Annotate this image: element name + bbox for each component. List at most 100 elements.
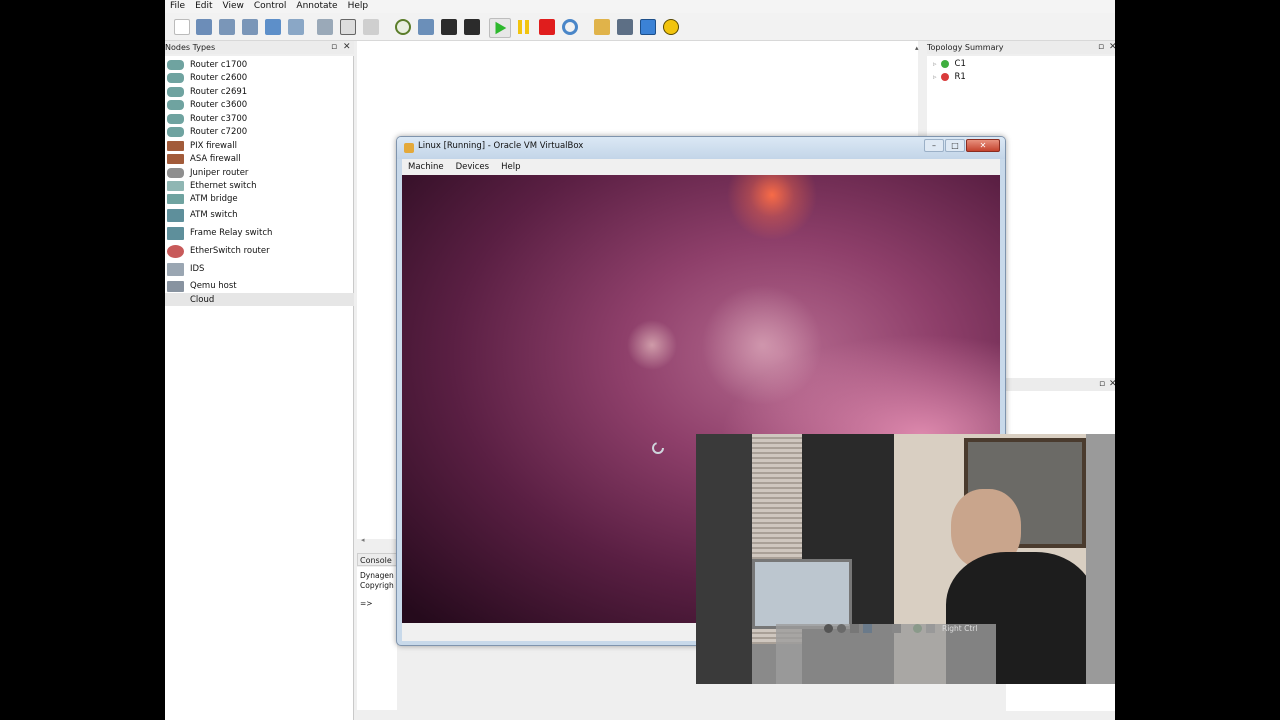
firewall-icon	[167, 153, 184, 164]
scroll-up-icon[interactable]: ▴	[915, 44, 919, 52]
menu-file[interactable]: File	[165, 0, 190, 13]
console-all-icon[interactable]	[464, 19, 480, 35]
float-icon[interactable]: ▫	[331, 41, 337, 54]
virtualbox-icon	[404, 143, 414, 153]
menu-help[interactable]: Help	[343, 0, 374, 13]
router-icon	[167, 59, 184, 70]
close-icon[interactable]: ✕	[966, 139, 1000, 152]
stop-icon[interactable]	[539, 19, 555, 35]
vbox-menu-machine[interactable]: Machine	[402, 162, 450, 172]
node-type-asa-firewall[interactable]: ASA firewall	[165, 152, 354, 165]
pause-icon[interactable]	[516, 19, 532, 35]
router-icon	[167, 167, 184, 178]
save-as-icon[interactable]	[242, 19, 258, 35]
node-type-ids[interactable]: IDS	[165, 261, 354, 277]
shared-folder-icon	[892, 624, 901, 633]
capture-panel-header: ▫ ✕	[1006, 378, 1115, 391]
vbox-window-title: Linux [Running] - Oracle VM VirtualBox	[418, 141, 584, 151]
host-icon	[167, 280, 184, 292]
open-icon[interactable]	[196, 19, 212, 35]
console-icon[interactable]	[441, 19, 457, 35]
letterbox-left	[0, 0, 165, 720]
keyboard-icon	[926, 624, 935, 633]
compiler-icon[interactable]	[395, 19, 411, 35]
status-red-icon	[940, 73, 949, 81]
topology-panel-header: Topology Summary ▫ ✕	[927, 41, 1115, 54]
menu-edit[interactable]: Edit	[190, 0, 217, 13]
router-icon	[167, 99, 184, 110]
expand-icon[interactable]: ▹	[933, 73, 937, 81]
nodes-panel-header: Nodes Types ▫ ✕	[165, 41, 354, 54]
export-icon[interactable]	[288, 19, 304, 35]
maximize-icon[interactable]: □	[945, 139, 965, 152]
note-icon[interactable]	[594, 19, 610, 35]
capture-icon[interactable]	[363, 19, 379, 35]
topology-item-r1[interactable]: ▹ R1	[933, 72, 966, 82]
optical-drive-icon	[837, 624, 846, 633]
node-type-atm-switch[interactable]: ATM switch	[165, 207, 354, 223]
node-type-ethernet-switch[interactable]: Ethernet switch	[165, 179, 354, 192]
node-type-frame-relay-switch[interactable]: Frame Relay switch	[165, 225, 354, 241]
reload-icon[interactable]	[562, 19, 578, 35]
hostname-icon[interactable]	[317, 19, 333, 35]
node-type-qemu-host[interactable]: Qemu host	[165, 278, 354, 294]
float-icon[interactable]: ▫	[1099, 378, 1105, 391]
atm-switch-icon	[167, 208, 184, 222]
console-tab[interactable]: Console	[357, 553, 397, 566]
terminal-icon[interactable]	[418, 19, 434, 35]
node-type-juniper-router[interactable]: Juniper router	[165, 166, 354, 179]
vbox-menu-help[interactable]: Help	[495, 162, 526, 172]
start-icon[interactable]	[489, 18, 511, 38]
close-icon[interactable]: ✕	[1109, 378, 1115, 391]
console-line: Copyrigh	[360, 581, 394, 590]
bridge-icon	[167, 193, 184, 204]
expand-icon[interactable]: ▹	[933, 60, 937, 68]
console-output[interactable]: Dynagen Copyrigh =>	[357, 567, 397, 710]
new-icon[interactable]	[174, 19, 190, 35]
interface-icon[interactable]	[340, 19, 356, 35]
node-type-atm-bridge[interactable]: ATM bridge	[165, 192, 354, 205]
vbox-status-icons: Right Ctrl	[824, 624, 977, 633]
webcam-overlay: Right Ctrl	[696, 434, 1115, 684]
screenshot-icon[interactable]	[617, 19, 633, 35]
node-type-router-c3700[interactable]: Router c3700	[165, 112, 354, 125]
node-type-router-c7200[interactable]: Router c7200	[165, 125, 354, 138]
save-icon[interactable]	[219, 19, 235, 35]
console-title: Console	[360, 556, 392, 565]
scroll-left-icon[interactable]: ◂	[361, 536, 365, 544]
vbox-menu-devices[interactable]: Devices	[450, 162, 496, 172]
toolbar	[165, 13, 1115, 41]
cloud-icon	[167, 295, 184, 305]
close-icon[interactable]: ✕	[343, 41, 351, 54]
node-type-etherswitch-router[interactable]: EtherSwitch router	[165, 243, 354, 259]
router-icon	[167, 113, 184, 124]
node-type-router-c3600[interactable]: Router c3600	[165, 98, 354, 111]
import-icon[interactable]	[265, 19, 281, 35]
status-green-icon	[940, 60, 949, 68]
router-icon	[167, 86, 184, 97]
letterbox-right	[1115, 0, 1280, 720]
nodes-list: Router c1700 Router c2600 Router c2691 R…	[165, 56, 354, 720]
etherswitch-icon	[167, 244, 184, 258]
nodes-panel-title: Nodes Types	[165, 43, 216, 52]
usb-icon	[850, 624, 859, 633]
rectangle-icon[interactable]	[640, 19, 656, 35]
node-type-router-c2691[interactable]: Router c2691	[165, 85, 354, 98]
firewall-icon	[167, 140, 184, 151]
menu-control[interactable]: Control	[249, 0, 292, 13]
menu-bar: File Edit View Control Annotate Help	[165, 0, 1115, 13]
node-type-pix-firewall[interactable]: PIX firewall	[165, 139, 354, 152]
minimize-icon[interactable]: –	[924, 139, 944, 152]
host-key-label: Right Ctrl	[942, 624, 978, 633]
harddisk-icon	[824, 624, 833, 633]
node-type-cloud[interactable]: Cloud	[165, 293, 354, 306]
node-type-router-c1700[interactable]: Router c1700	[165, 58, 354, 71]
close-icon[interactable]: ✕	[1109, 41, 1115, 54]
menu-annotate[interactable]: Annotate	[291, 0, 342, 13]
topology-item-c1[interactable]: ▹ C1	[933, 59, 966, 69]
float-icon[interactable]: ▫	[1098, 41, 1104, 54]
mouse-integration-icon	[913, 624, 922, 633]
ellipse-icon[interactable]	[663, 19, 679, 35]
node-type-router-c2600[interactable]: Router c2600	[165, 71, 354, 84]
menu-view[interactable]: View	[218, 0, 249, 13]
